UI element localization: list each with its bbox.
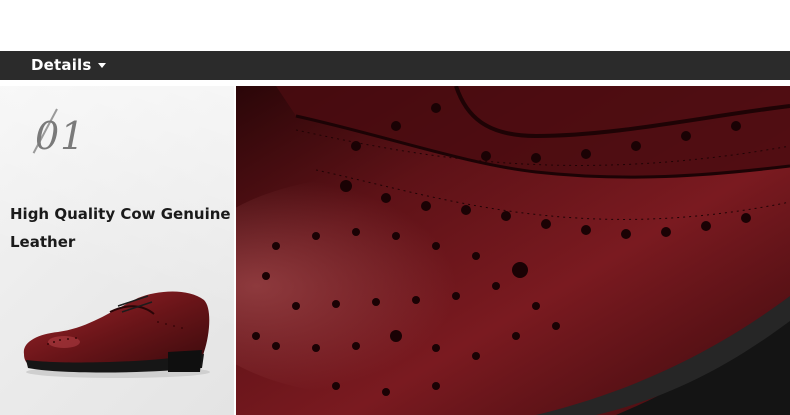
leather-closeup-image <box>236 86 790 415</box>
shoe-thumbnail-image <box>23 291 210 378</box>
feature-number: 01 <box>35 114 86 158</box>
details-header-bar <box>0 51 790 80</box>
details-title: Details <box>31 56 92 74</box>
caret-down-icon <box>98 63 106 68</box>
feature-title: High Quality Cow Genuine Leather <box>10 205 231 251</box>
